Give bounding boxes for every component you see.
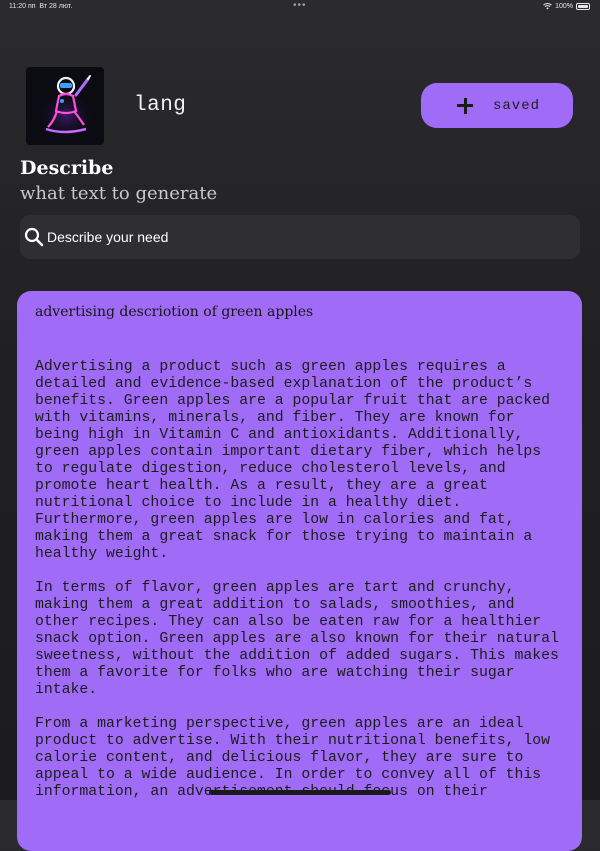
status-date: Вт 28 лют. [39,3,73,10]
result-body: Advertising a product such as green appl… [35,359,564,801]
wifi-icon [543,3,552,10]
status-indicators: 100% [543,3,590,10]
result-card: advertising descriotion of green apples … [17,291,582,851]
home-indicator[interactable] [209,790,391,795]
search-icon [24,227,44,247]
status-time: 11:20 пп Вт 28 лют. [9,3,73,10]
page-title: Describe [20,157,114,179]
plus-icon [457,97,473,114]
result-paragraph: Advertising a product such as green appl… [35,359,551,562]
search-box[interactable] [20,215,580,259]
search-input[interactable] [47,229,547,245]
page-subtitle: what text to generate [20,183,218,204]
saved-button-label: saved [493,97,541,114]
multitasking-dots-icon[interactable]: ••• [293,0,307,11]
saved-button[interactable]: saved [421,83,573,128]
battery-icon [576,3,590,10]
result-paragraph: From a marketing perspective, green appl… [35,716,551,800]
result-title: advertising descriotion of green apples [35,304,314,320]
battery-percent: 100% [555,3,573,10]
result-paragraph: In terms of flavor, green apples are tar… [35,580,559,698]
robot-writing-icon [26,67,104,145]
status-bar: 11:20 пп Вт 28 лют. ••• 100% [0,0,600,14]
app-name: lang [134,94,187,117]
